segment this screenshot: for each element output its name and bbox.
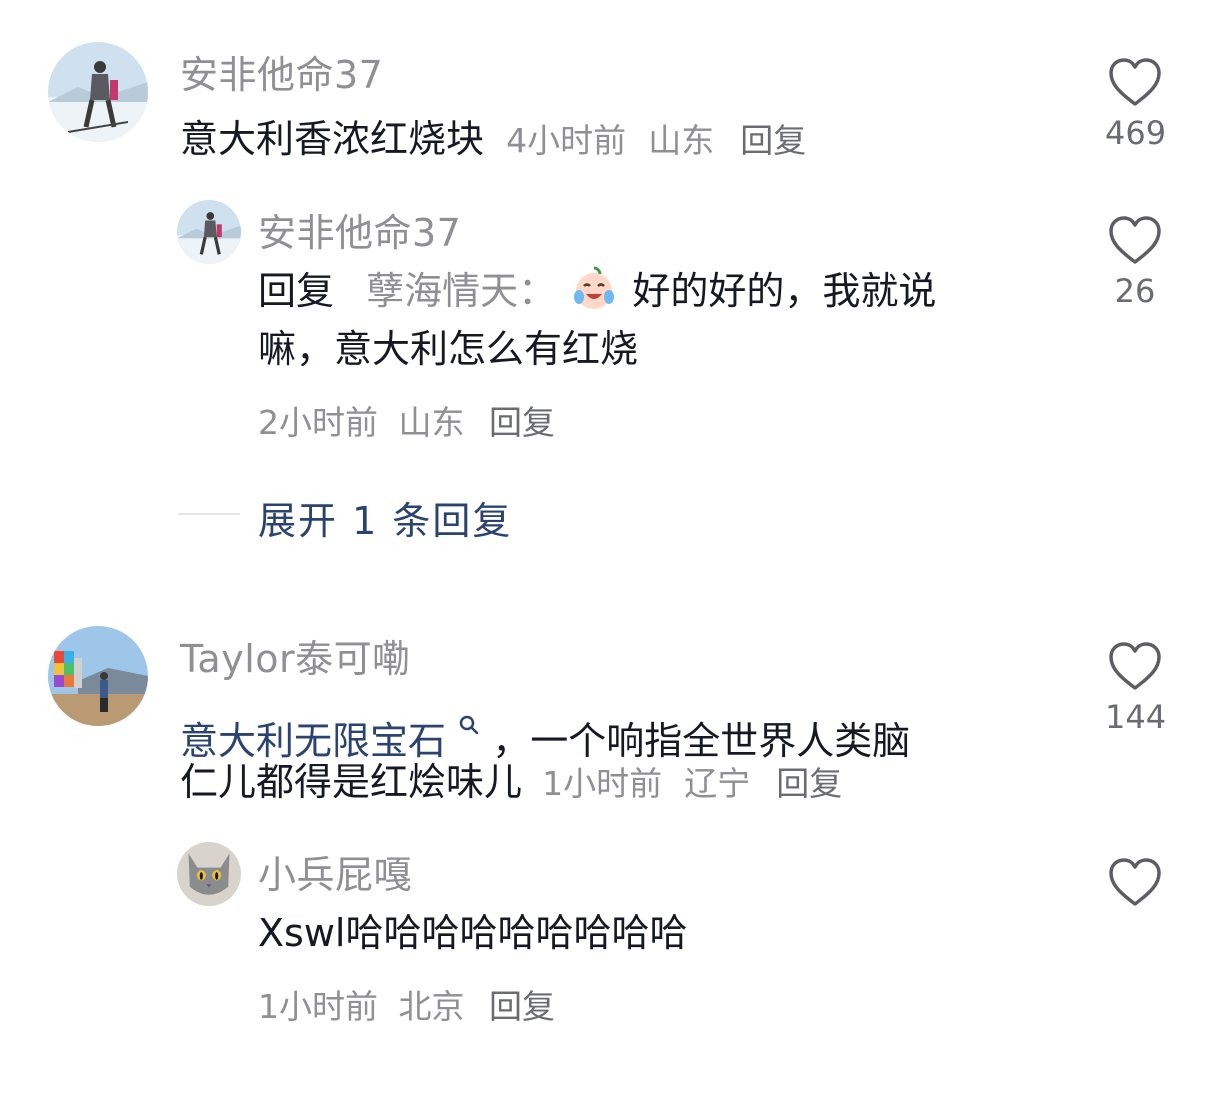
- avatar[interactable]: [48, 626, 148, 726]
- avatar[interactable]: [177, 842, 241, 906]
- reply-button[interactable]: 回复: [740, 121, 806, 160]
- reply-username[interactable]: 小兵屁嘎: [258, 844, 412, 899]
- like-button[interactable]: 26: [1105, 214, 1165, 310]
- reply-meta: 2小时前 山东 回复: [258, 396, 555, 444]
- comment-time: 1小时前: [542, 764, 663, 803]
- heart-outline-icon: [1109, 216, 1161, 264]
- like-count: 26: [1114, 272, 1156, 310]
- comment-username[interactable]: Taylor泰可嘞: [180, 628, 411, 683]
- heart-outline-icon: [1109, 858, 1161, 906]
- expand-replies-button[interactable]: 展开 1 条回复: [258, 490, 512, 545]
- comment-text: 仁儿都得是红烩味儿: [180, 760, 523, 804]
- reply-meta: 1小时前 北京 回复: [258, 980, 555, 1028]
- reply-time: 1小时前: [258, 987, 378, 1026]
- reply-to-user[interactable]: 孽海情天：: [366, 269, 556, 313]
- like-button[interactable]: 144: [1105, 640, 1167, 736]
- heart-outline-icon: [1109, 58, 1161, 106]
- like-count: 469: [1105, 114, 1167, 152]
- comment-location: 辽宁: [684, 764, 751, 803]
- reply-prefix: 回复: [258, 269, 335, 313]
- comment-text: 意大利香浓红烧块: [180, 117, 485, 161]
- comment-text-row: 意大利香浓红烧块 4小时前 山东 回复: [180, 110, 806, 170]
- comment-location: 山东: [648, 121, 715, 160]
- comment-text-line2: 仁儿都得是红烩味儿 1小时前 辽宁 回复: [180, 753, 842, 813]
- comment-time: 4小时前: [506, 121, 627, 160]
- reply-button[interactable]: 回复: [489, 403, 555, 442]
- comment-username[interactable]: 安非他命37: [180, 44, 383, 99]
- like-button[interactable]: [1105, 856, 1165, 908]
- reply-location: 山东: [398, 403, 465, 442]
- avatar[interactable]: [48, 42, 148, 142]
- avatar[interactable]: [177, 200, 241, 264]
- reply-username[interactable]: 安非他命37: [258, 202, 461, 257]
- divider: [178, 513, 240, 515]
- reply-button[interactable]: 回复: [489, 987, 555, 1026]
- search-icon[interactable]: [458, 694, 480, 735]
- reply-text: 好的好的，我就说: [632, 269, 937, 313]
- reply-time: 2小时前: [258, 403, 378, 442]
- heart-outline-icon: [1109, 642, 1161, 690]
- reply-text: Xswl哈哈哈哈哈哈哈哈哈: [258, 911, 688, 955]
- reply-location: 北京: [398, 987, 465, 1026]
- crying-laughing-emoji-icon: [570, 264, 618, 312]
- reply-button[interactable]: 回复: [776, 764, 842, 803]
- like-count: 144: [1105, 698, 1167, 736]
- like-button[interactable]: 469: [1105, 56, 1167, 152]
- reply-text-line1: 回复 孽海情天： 好的好的，我就说: [258, 262, 936, 320]
- reply-text-line2: 嘛，意大利怎么有红烧: [258, 327, 639, 371]
